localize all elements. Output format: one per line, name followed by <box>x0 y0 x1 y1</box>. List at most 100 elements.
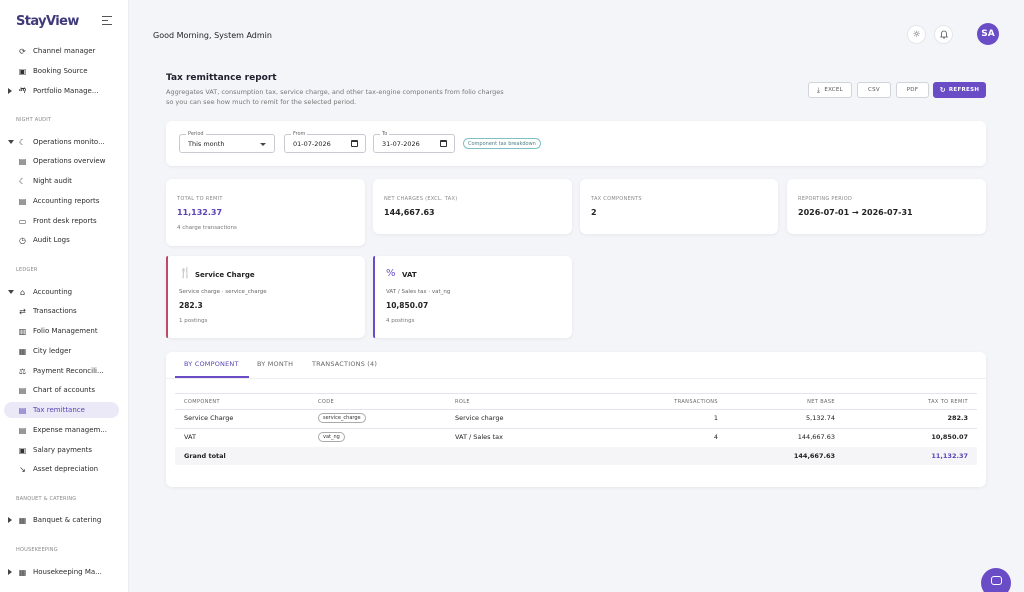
sidebar-item-expense-management[interactable]: ▤ Expense managem... <box>4 422 119 438</box>
export-csv-button[interactable]: CSV <box>857 82 891 98</box>
sidebar-item-label: Channel manager <box>33 47 96 55</box>
sidebar-item-front-desk-reports[interactable]: ▭ Front desk reports <box>4 213 119 229</box>
from-value: 01-07-2026 <box>293 140 331 148</box>
sidebar-item-label: City ledger <box>33 347 72 355</box>
sidebar-item-label: Audit Logs <box>33 236 70 244</box>
stat-value: 2 <box>591 208 597 217</box>
sidebar-item-label: Portfolio Manage... <box>33 87 99 95</box>
menu-collapse-icon[interactable] <box>102 16 112 25</box>
component-value: 10,850.07 <box>386 301 429 310</box>
moon-icon: ☾ <box>18 137 27 147</box>
theme-toggle-button[interactable]: ☼ <box>907 25 926 44</box>
sidebar-item-city-ledger[interactable]: ▦ City ledger <box>4 343 119 359</box>
sidebar-item-label: Asset depreciation <box>33 465 99 473</box>
accent-bar <box>166 256 168 338</box>
nav-section-housekeeping: HOUSEKEEPING <box>16 547 58 553</box>
sidebar-item-night-audit[interactable]: ☾ Night audit <box>4 173 119 189</box>
sidebar-item-label: Banquet & catering <box>33 516 102 524</box>
sidebar-item-salary-payments[interactable]: ▣ Salary payments <box>4 442 119 458</box>
chat-button[interactable] <box>981 568 1011 592</box>
sidebar-item-label: Salary payments <box>33 446 93 454</box>
sidebar-item-housekeeping[interactable]: ▦ Housekeeping Ma... <box>4 564 119 580</box>
sidebar-item-chart-of-accounts[interactable]: ▤ Chart of accounts <box>4 382 119 398</box>
sidebar-item-channel-manager[interactable]: ⟳ Channel manager <box>4 43 119 59</box>
nav-section-banquet: BANQUET & CATERING <box>16 496 77 502</box>
sidebar-item-label: Housekeeping Ma... <box>33 568 102 576</box>
cell-component: VAT <box>184 433 196 441</box>
box-icon: ▣ <box>18 66 27 76</box>
bed-icon: ▭ <box>18 216 27 226</box>
history-icon: ◷ <box>19 235 26 245</box>
tab-by-month[interactable]: BY MONTH <box>257 360 293 368</box>
component-card-service-charge[interactable]: 🍴 Service Charge Service charge · servic… <box>166 256 365 338</box>
notifications-button[interactable] <box>934 25 953 44</box>
export-excel-button[interactable]: ⤓ EXCEL <box>808 82 852 98</box>
avatar[interactable]: SA <box>977 23 999 45</box>
chevron-down-icon <box>260 143 266 146</box>
sidebar-item-tax-remittance[interactable]: ▤ Tax remittance <box>4 402 119 418</box>
tab-by-component[interactable]: BY COMPONENT <box>184 360 239 368</box>
cell-transactions: 1 <box>713 414 718 422</box>
sidebar-item-accounting-reports[interactable]: ▤ Accounting reports <box>4 193 119 209</box>
sidebar-item-audit-logs[interactable]: ◷ Audit Logs <box>4 232 119 248</box>
component-value: 282.3 <box>179 301 203 310</box>
refresh-button[interactable]: ↻ REFRESH <box>933 82 986 98</box>
chevron-right-icon[interactable] <box>8 517 12 523</box>
cell-tax: 282.3 <box>947 414 968 422</box>
export-pdf-button[interactable]: PDF <box>896 82 929 98</box>
code-badge: service_charge <box>318 413 366 423</box>
nav-section-night-audit: NIGHT AUDIT <box>16 117 52 123</box>
sidebar-item-label: Folio Management <box>33 327 98 335</box>
sidebar-item-label: Expense managem... <box>33 426 108 434</box>
sidebar-item-label: Payment Reconcili... <box>33 367 104 375</box>
stat-value: 2026-07-01 → 2026-07-31 <box>798 208 913 217</box>
stat-subtext: 4 charge transactions <box>177 225 237 231</box>
calendar-icon[interactable] <box>351 140 358 147</box>
sidebar-item-operations-monitor[interactable]: ☾ Operations monito... <box>4 134 119 150</box>
sidebar-item-payment-reconciliation[interactable]: ⚖ Payment Reconcili... <box>4 363 119 379</box>
sidebar-item-booking-source[interactable]: ▣ Booking Source <box>4 63 119 79</box>
chevron-down-icon[interactable] <box>8 140 14 144</box>
from-date-input[interactable]: From 01-07-2026 <box>284 131 366 153</box>
sidebar-item-folio-management[interactable]: ▥ Folio Management <box>4 323 119 339</box>
sidebar-item-asset-depreciation[interactable]: ↘ Asset depreciation <box>4 461 119 477</box>
grand-total-row <box>175 447 977 465</box>
sidebar-item-portfolio[interactable]: ፙ Portfolio Manage... <box>4 83 119 99</box>
sidebar-item-accounting[interactable]: ⌂ Accounting <box>4 284 119 300</box>
stat-value: 11,132.37 <box>177 208 223 217</box>
chevron-right-icon[interactable] <box>8 88 12 94</box>
component-card-vat[interactable]: % VAT VAT / Sales tax · vat_ng 10,850.07… <box>373 256 572 338</box>
tabs-divider <box>166 378 986 379</box>
accent-bar <box>373 256 375 338</box>
scale-icon: ⚖ <box>18 366 27 376</box>
sidebar-item-operations-overview[interactable]: ▤ Operations overview <box>4 153 119 169</box>
chevron-right-icon[interactable] <box>8 569 12 575</box>
sidebar: StayView NIGHT AUDIT LEDGER BANQUET & CA… <box>0 0 129 592</box>
sidebar-item-label: Tax remittance <box>33 406 85 414</box>
sidebar-item-banquet[interactable]: ▦ Banquet & catering <box>4 512 119 528</box>
chevron-down-icon[interactable] <box>8 290 14 294</box>
code-badge: vat_ng <box>318 432 345 442</box>
cell-transactions: 4 <box>713 433 718 441</box>
component-title: VAT <box>402 271 417 279</box>
table-divider <box>175 409 977 410</box>
download-icon: ⤓ <box>816 85 821 94</box>
tab-transactions[interactable]: TRANSACTIONS (4) <box>312 360 377 368</box>
swap-icon: ⇄ <box>19 306 26 316</box>
component-breakdown-chip[interactable]: Component tax breakdown <box>463 138 541 149</box>
nav-section-ledger: LEDGER <box>16 267 38 273</box>
trend-down-icon: ↘ <box>19 464 26 474</box>
sidebar-item-label: Booking Source <box>33 67 88 75</box>
stat-card-tax-components: TAX COMPONENTS 2 <box>580 179 778 234</box>
moon-icon: ☾ <box>18 176 27 186</box>
to-date-input[interactable]: To 31-07-2026 <box>373 131 455 153</box>
folio-icon: ▥ <box>18 326 27 336</box>
period-value: This month <box>188 140 225 148</box>
sidebar-item-transactions[interactable]: ⇄ Transactions <box>4 303 119 319</box>
period-select[interactable]: Period This month <box>179 131 275 153</box>
stat-label: NET CHARGES (EXCL. TAX) <box>384 196 458 202</box>
sidebar-item-label: Operations monito... <box>33 138 105 146</box>
percent-icon: % <box>386 268 396 279</box>
page-title: Tax remittance report <box>166 73 277 83</box>
calendar-icon[interactable] <box>440 140 447 147</box>
